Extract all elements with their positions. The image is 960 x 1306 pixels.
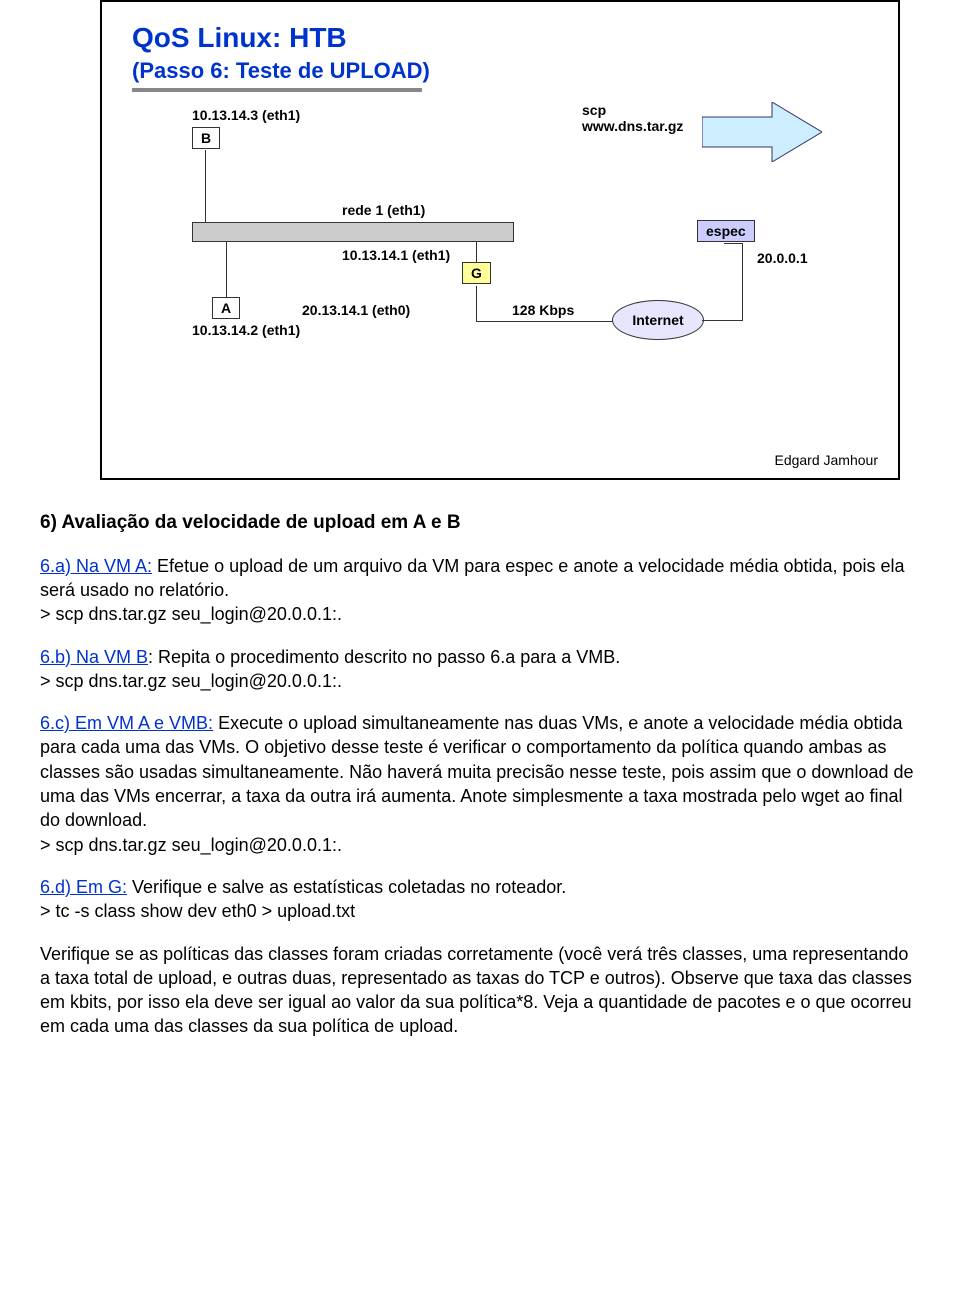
internet-oval: Internet <box>612 300 704 340</box>
author-label: Edgard Jamhour <box>774 452 878 468</box>
para-6c: 6.c) Em VM A e VMB: Execute o upload sim… <box>40 711 920 857</box>
slide-frame: QoS Linux: HTB (Passo 6: Teste de UPLOAD… <box>100 0 900 480</box>
para-6a: 6.a) Na VM A: Efetue o upload de um arqu… <box>40 554 920 627</box>
node-g: G <box>462 262 491 284</box>
espec-ip: 20.0.0.1 <box>757 250 808 266</box>
arrow-icon <box>702 102 822 162</box>
scp-line1: scp <box>582 102 606 118</box>
network-diagram: 10.13.14.3 (eth1) B scp www.dns.tar.gz r… <box>132 102 868 422</box>
para-6d: 6.d) Em G: Verifique e salve as estatíst… <box>40 875 920 924</box>
scp-line2: www.dns.tar.gz <box>582 118 683 134</box>
slide-title: QoS Linux: HTB <box>132 22 868 54</box>
g-eth0-label: 20.13.14.1 (eth0) <box>302 302 410 318</box>
text-6a: Efetue o upload de um arquivo da VM para… <box>40 556 905 600</box>
node-espec: espec <box>697 220 755 242</box>
para-6b: 6.b) Na VM B: Repita o procedimento desc… <box>40 645 920 694</box>
line-internet-right <box>702 320 742 321</box>
line-to-espec-left <box>724 243 742 244</box>
lead-6b: 6.b) Na VM B <box>40 647 148 667</box>
line-up-to-espec <box>742 243 743 321</box>
b-ip-label: 10.13.14.3 (eth1) <box>192 107 300 123</box>
lead-6d: 6.d) Em G: <box>40 877 127 897</box>
a-ip-label: 10.13.14.2 (eth1) <box>192 322 300 338</box>
title-rule <box>132 88 422 92</box>
lead-6c: 6.c) Em VM A e VMB: <box>40 713 213 733</box>
line-rede-to-g <box>476 241 477 262</box>
line-rede-to-a <box>226 241 227 297</box>
node-a: A <box>212 297 240 319</box>
text-6d: Verifique e salve as estatísticas coleta… <box>127 877 566 897</box>
line-g-down <box>476 286 477 321</box>
g-eth1-label: 10.13.14.1 (eth1) <box>342 247 450 263</box>
body-text: 6) Avaliação da velocidade de upload em … <box>40 510 920 1039</box>
slide-subtitle: (Passo 6: Teste de UPLOAD) <box>132 58 868 84</box>
rede-label: rede 1 (eth1) <box>342 202 425 218</box>
lead-6a: 6.a) Na VM A: <box>40 556 152 576</box>
node-b: B <box>192 127 220 149</box>
section-6-heading: 6) Avaliação da velocidade de upload em … <box>40 510 920 536</box>
text-6b: : Repita o procedimento descrito no pass… <box>148 647 620 667</box>
cmd-6a: > scp dns.tar.gz seu_login@20.0.0.1:. <box>40 604 342 624</box>
bandwidth-label: 128 Kbps <box>512 302 574 318</box>
line-g-to-internet <box>476 321 616 322</box>
para-verify: Verifique se as políticas das classes fo… <box>40 942 920 1039</box>
rede-bar <box>192 222 514 242</box>
line-b-to-rede <box>205 150 206 222</box>
cmd-6d: > tc -s class show dev eth0 > upload.txt <box>40 901 355 921</box>
cmd-6c: > scp dns.tar.gz seu_login@20.0.0.1:. <box>40 835 342 855</box>
cmd-6b: > scp dns.tar.gz seu_login@20.0.0.1:. <box>40 671 342 691</box>
